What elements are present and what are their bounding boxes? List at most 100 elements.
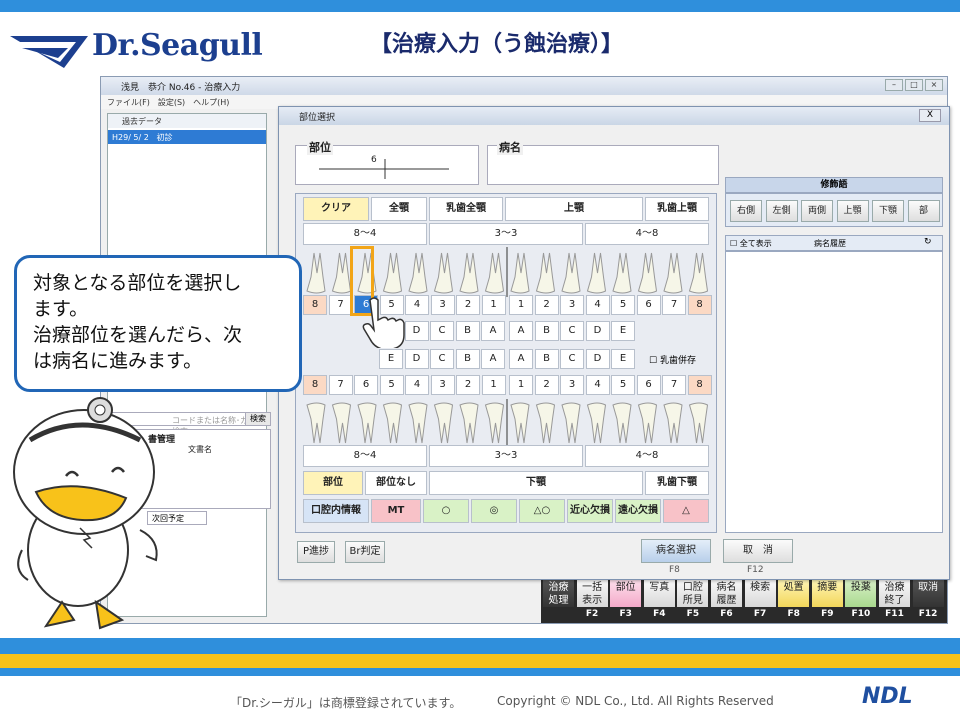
tooth-number-lower-right[interactable]: 1 xyxy=(509,375,533,395)
modifier-button[interactable]: 右側 xyxy=(730,200,762,222)
top-button[interactable]: クリア xyxy=(303,197,369,221)
condition-button[interactable]: ○ xyxy=(423,499,469,523)
tooth-number-lower-right[interactable]: 3 xyxy=(560,375,584,395)
tooth-number-lower-left[interactable]: 6 xyxy=(354,375,378,395)
toolbar-item[interactable]: 一括 表示 F2 xyxy=(576,579,608,621)
close-button[interactable]: × xyxy=(925,79,943,91)
tooth-number-lower-left[interactable]: 7 xyxy=(328,375,353,395)
deciduous-lower-left[interactable]: C xyxy=(430,349,454,369)
tooth-number-lower-left[interactable]: 3 xyxy=(430,375,455,395)
range-label-top[interactable]: 3～3 xyxy=(429,223,583,245)
tooth-number-lower-right[interactable]: 7 xyxy=(662,375,686,395)
range-label-top[interactable]: 8～4 xyxy=(303,223,427,245)
deciduous-lower-right[interactable]: A xyxy=(509,349,533,369)
tooth-number-upper-left[interactable]: 1 xyxy=(481,295,506,315)
deciduous-lower-left[interactable]: D xyxy=(404,349,429,369)
top-button[interactable]: 乳歯全顎 xyxy=(429,197,503,221)
deciduous-lower-right[interactable]: E xyxy=(611,349,635,369)
tooth-number-upper-right[interactable]: 7 xyxy=(662,295,686,315)
condition-button[interactable]: MT xyxy=(371,499,421,523)
tooth-number-upper-left[interactable]: 2 xyxy=(456,295,480,315)
p-progress-button[interactable]: P進捗 xyxy=(297,541,335,563)
show-all-checkbox[interactable]: ☐ 全て表示 xyxy=(730,238,772,249)
toolbar-item[interactable]: 投薬 F10 xyxy=(845,579,877,621)
refresh-icon[interactable]: ↻ xyxy=(924,237,932,247)
range-label-bottom[interactable]: 3～3 xyxy=(429,445,583,467)
nyushi-heizon-checkbox[interactable]: ☐ 乳歯併存 xyxy=(649,353,696,366)
tooth-number-lower-left[interactable]: 8 xyxy=(303,375,327,395)
deciduous-lower-left[interactable]: A xyxy=(481,349,505,369)
tooth-number-upper-right[interactable]: 3 xyxy=(560,295,584,315)
maximize-button[interactable]: □ xyxy=(905,79,923,91)
toolbar-item[interactable]: 病名 履歴 F6 xyxy=(711,579,742,621)
deciduous-upper-right[interactable]: A xyxy=(509,321,533,341)
range-label-top[interactable]: 4～8 xyxy=(585,223,709,245)
tooth-number-upper-right[interactable]: 6 xyxy=(636,295,661,315)
toolbar-item[interactable]: 処置 F8 xyxy=(778,579,810,621)
toolbar-item[interactable]: 口腔 所見 F5 xyxy=(677,579,709,621)
cancel-button[interactable]: 取 消 xyxy=(723,539,793,563)
range-label-bottom[interactable]: 8～4 xyxy=(303,445,427,467)
tooth-number-upper-left[interactable]: 4 xyxy=(405,295,429,315)
modifier-button[interactable]: 部 xyxy=(907,200,940,222)
condition-button[interactable]: 口腔内情報 xyxy=(303,499,369,523)
toolbar-item[interactable]: 取消 F12 xyxy=(912,579,944,621)
deciduous-upper-left[interactable]: D xyxy=(404,321,429,341)
tooth-number-upper-left[interactable]: 8 xyxy=(303,295,327,315)
condition-button[interactable]: △ xyxy=(663,499,709,523)
modifier-button[interactable]: 両側 xyxy=(801,200,833,222)
history-list[interactable] xyxy=(725,251,943,533)
bottom-button[interactable]: 部位 xyxy=(303,471,363,495)
bottom-button[interactable]: 下顎 xyxy=(429,471,643,495)
top-button[interactable]: 上顎 xyxy=(505,197,643,221)
toolbar-item[interactable]: 写真 F4 xyxy=(643,579,675,621)
tooth-number-lower-left[interactable]: 2 xyxy=(456,375,480,395)
deciduous-upper-right[interactable]: C xyxy=(560,321,584,341)
toolbar-item[interactable]: 治療 終了 F11 xyxy=(879,579,910,621)
tooth-number-upper-left[interactable]: 7 xyxy=(328,295,353,315)
search-button[interactable]: 検索 xyxy=(245,412,271,426)
toolbar-item[interactable]: 検索 F7 xyxy=(744,579,776,621)
tooth-number-lower-right[interactable]: 4 xyxy=(585,375,610,395)
tooth-number-lower-left[interactable]: 5 xyxy=(379,375,404,395)
modifier-button[interactable]: 上顎 xyxy=(836,200,869,222)
tooth-number-lower-right[interactable]: 2 xyxy=(534,375,559,395)
minimize-button[interactable]: – xyxy=(885,79,903,91)
tooth-number-lower-right[interactable]: 6 xyxy=(636,375,661,395)
condition-button[interactable]: △○ xyxy=(519,499,565,523)
past-data-row[interactable]: H29/ 5/ 2 初診 xyxy=(108,130,266,144)
deciduous-upper-right[interactable]: B xyxy=(534,321,559,341)
deciduous-upper-right[interactable]: E xyxy=(611,321,635,341)
toolbar-item[interactable]: 部位 F3 xyxy=(610,579,642,621)
tooth-number-upper-right[interactable]: 5 xyxy=(611,295,635,315)
tooth-number-lower-right[interactable]: 8 xyxy=(687,375,712,395)
deciduous-lower-right[interactable]: B xyxy=(534,349,559,369)
dialog-close-button[interactable]: X xyxy=(919,109,941,122)
deciduous-lower-right[interactable]: D xyxy=(585,349,610,369)
tooth-number-lower-left[interactable]: 4 xyxy=(405,375,429,395)
top-button[interactable]: 全顎 xyxy=(371,197,427,221)
top-button[interactable]: 乳歯上顎 xyxy=(645,197,709,221)
tooth-number-upper-right[interactable]: 8 xyxy=(687,295,712,315)
tooth-number-lower-left[interactable]: 1 xyxy=(481,375,506,395)
deciduous-lower-left[interactable]: E xyxy=(379,349,403,369)
toolbar-item[interactable]: 摘要 F9 xyxy=(811,579,843,621)
deciduous-upper-left[interactable]: C xyxy=(430,321,454,341)
tooth-number-upper-left[interactable]: 3 xyxy=(430,295,455,315)
condition-button[interactable]: 近心欠損 xyxy=(567,499,613,523)
br-judge-button[interactable]: Br判定 xyxy=(345,541,385,563)
tooth-number-upper-right[interactable]: 4 xyxy=(585,295,610,315)
deciduous-lower-left[interactable]: B xyxy=(455,349,480,369)
tooth-number-upper-right[interactable]: 1 xyxy=(509,295,533,315)
byomei-select-button[interactable]: 病名選択 xyxy=(641,539,711,563)
modifier-button[interactable]: 下顎 xyxy=(872,200,904,222)
deciduous-upper-right[interactable]: D xyxy=(585,321,610,341)
deciduous-upper-left[interactable]: A xyxy=(481,321,505,341)
tooth-number-lower-right[interactable]: 5 xyxy=(611,375,635,395)
range-label-bottom[interactable]: 4～8 xyxy=(585,445,709,467)
tooth-number-upper-right[interactable]: 2 xyxy=(534,295,559,315)
modifier-button[interactable]: 左側 xyxy=(765,200,798,222)
toolbar-item[interactable]: 治療 処理 xyxy=(543,579,574,621)
condition-button[interactable]: ◎ xyxy=(471,499,517,523)
bottom-button[interactable]: 乳歯下顎 xyxy=(645,471,709,495)
